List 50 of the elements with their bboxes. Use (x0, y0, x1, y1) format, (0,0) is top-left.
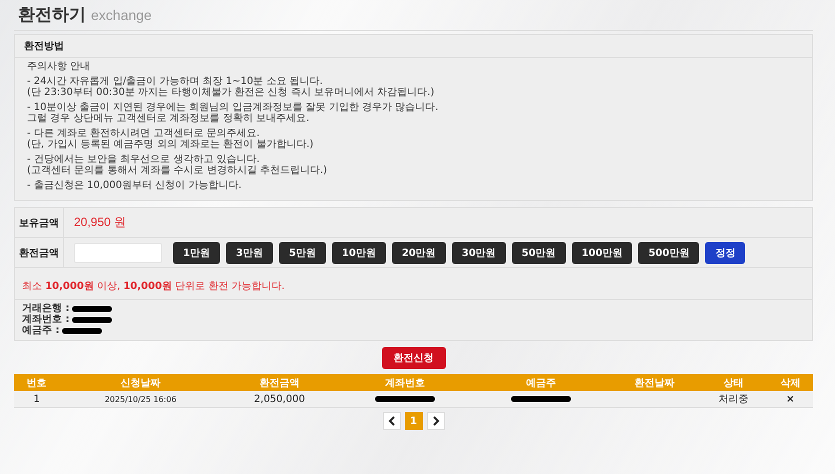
bank-info-label: 예금주 : (22, 325, 60, 336)
minimum-note: 최소 10,000원 이상, 10,000원 단위로 환전 가능합니다. (22, 281, 285, 292)
notice-paragraph: - 10분이상 출금이 지연된 경우에는 회원님의 입금계좌정보를 잘못 기입한 경우가 많습니다. 그럴 경우 상단메뉴 고객센터로 계좌정보를 정확히 보내주세요. (27, 102, 440, 124)
amount-button[interactable]: 100만원 (572, 242, 632, 264)
column-header: 환전날짜 (609, 374, 700, 391)
amount-button[interactable]: 10만원 (332, 242, 386, 264)
column-header: 상태 (700, 374, 768, 391)
redaction-mark (511, 396, 572, 402)
delete-button[interactable]: × (786, 394, 794, 404)
amount-label: 환전금액 (19, 246, 59, 260)
column-header: 예금주 (473, 374, 610, 391)
balance-amount: 20,950 원 (74, 214, 126, 231)
submit-button[interactable]: 환전신청 (382, 347, 446, 369)
column-header: 환전금액 (222, 374, 338, 391)
table-cell: 처리중 (718, 394, 749, 405)
redaction-mark (375, 396, 436, 402)
notice-paragraph: - 24시간 자유롭게 입/출금이 가능하며 최장 1~10분 소요 됩니다. (단 23:30부터 00:30분 까지는 타행이체불가 환전은 신청 즉시 보유머니에서 차감됩니다.) (27, 76, 436, 98)
table-cell: 2025/10/25 16:06 (104, 394, 176, 404)
page-title: 환전하기 (18, 4, 86, 26)
amount-button[interactable]: 20만원 (392, 242, 446, 264)
table-cell: 2,050,000 (254, 394, 305, 404)
amount-input[interactable] (74, 242, 162, 262)
amount-button[interactable]: 30만원 (452, 242, 506, 264)
notice-heading: 주의사항 안내 (27, 61, 92, 72)
redaction-mark (72, 316, 112, 322)
table-cell: 1 (33, 394, 40, 404)
bank-info-label: 계좌번호 : (22, 314, 70, 325)
column-header: 계좌번호 (337, 374, 474, 391)
column-header: 신청날짜 (59, 374, 222, 391)
amount-button[interactable]: 500만원 (638, 242, 700, 264)
notice-paragraph: - 출금신청은 10,000원부터 신청이 가능합니다. (27, 180, 242, 191)
amount-button[interactable]: 3만원 (226, 242, 273, 264)
redaction-mark (62, 328, 102, 334)
redaction-mark (72, 306, 112, 312)
chevron-left-icon (388, 416, 396, 426)
reset-button[interactable]: 정정 (705, 242, 746, 264)
panel-title: 환전방법 (24, 41, 64, 52)
notice-paragraph: - 다른 계좌로 환전하시려면 고객센터로 문의주세요. (단, 가입시 등록된 예금주명 외의 계좌로는 환전이 불가합니다.) (27, 128, 314, 150)
page-subtitle: exchange (91, 7, 152, 23)
bank-info-label: 거래은행 : (22, 303, 70, 314)
balance-label: 보유금액 (19, 216, 59, 230)
amount-button[interactable]: 50만원 (512, 242, 566, 264)
column-header: 삭제 (768, 374, 813, 391)
amount-button[interactable]: 1만원 (173, 242, 220, 264)
notice-paragraph: - 건당에서는 보안을 최우선으로 생각하고 있습니다. (고객센터 문의를 통해서 계좌를 수시로 변경하시길 추천드립니다.) (27, 154, 328, 176)
chevron-right-icon (432, 416, 440, 426)
next-page-button[interactable] (426, 412, 444, 430)
column-header: 번호 (14, 374, 60, 391)
previous-page-button[interactable] (382, 412, 400, 430)
amount-button[interactable]: 5만원 (278, 242, 326, 264)
